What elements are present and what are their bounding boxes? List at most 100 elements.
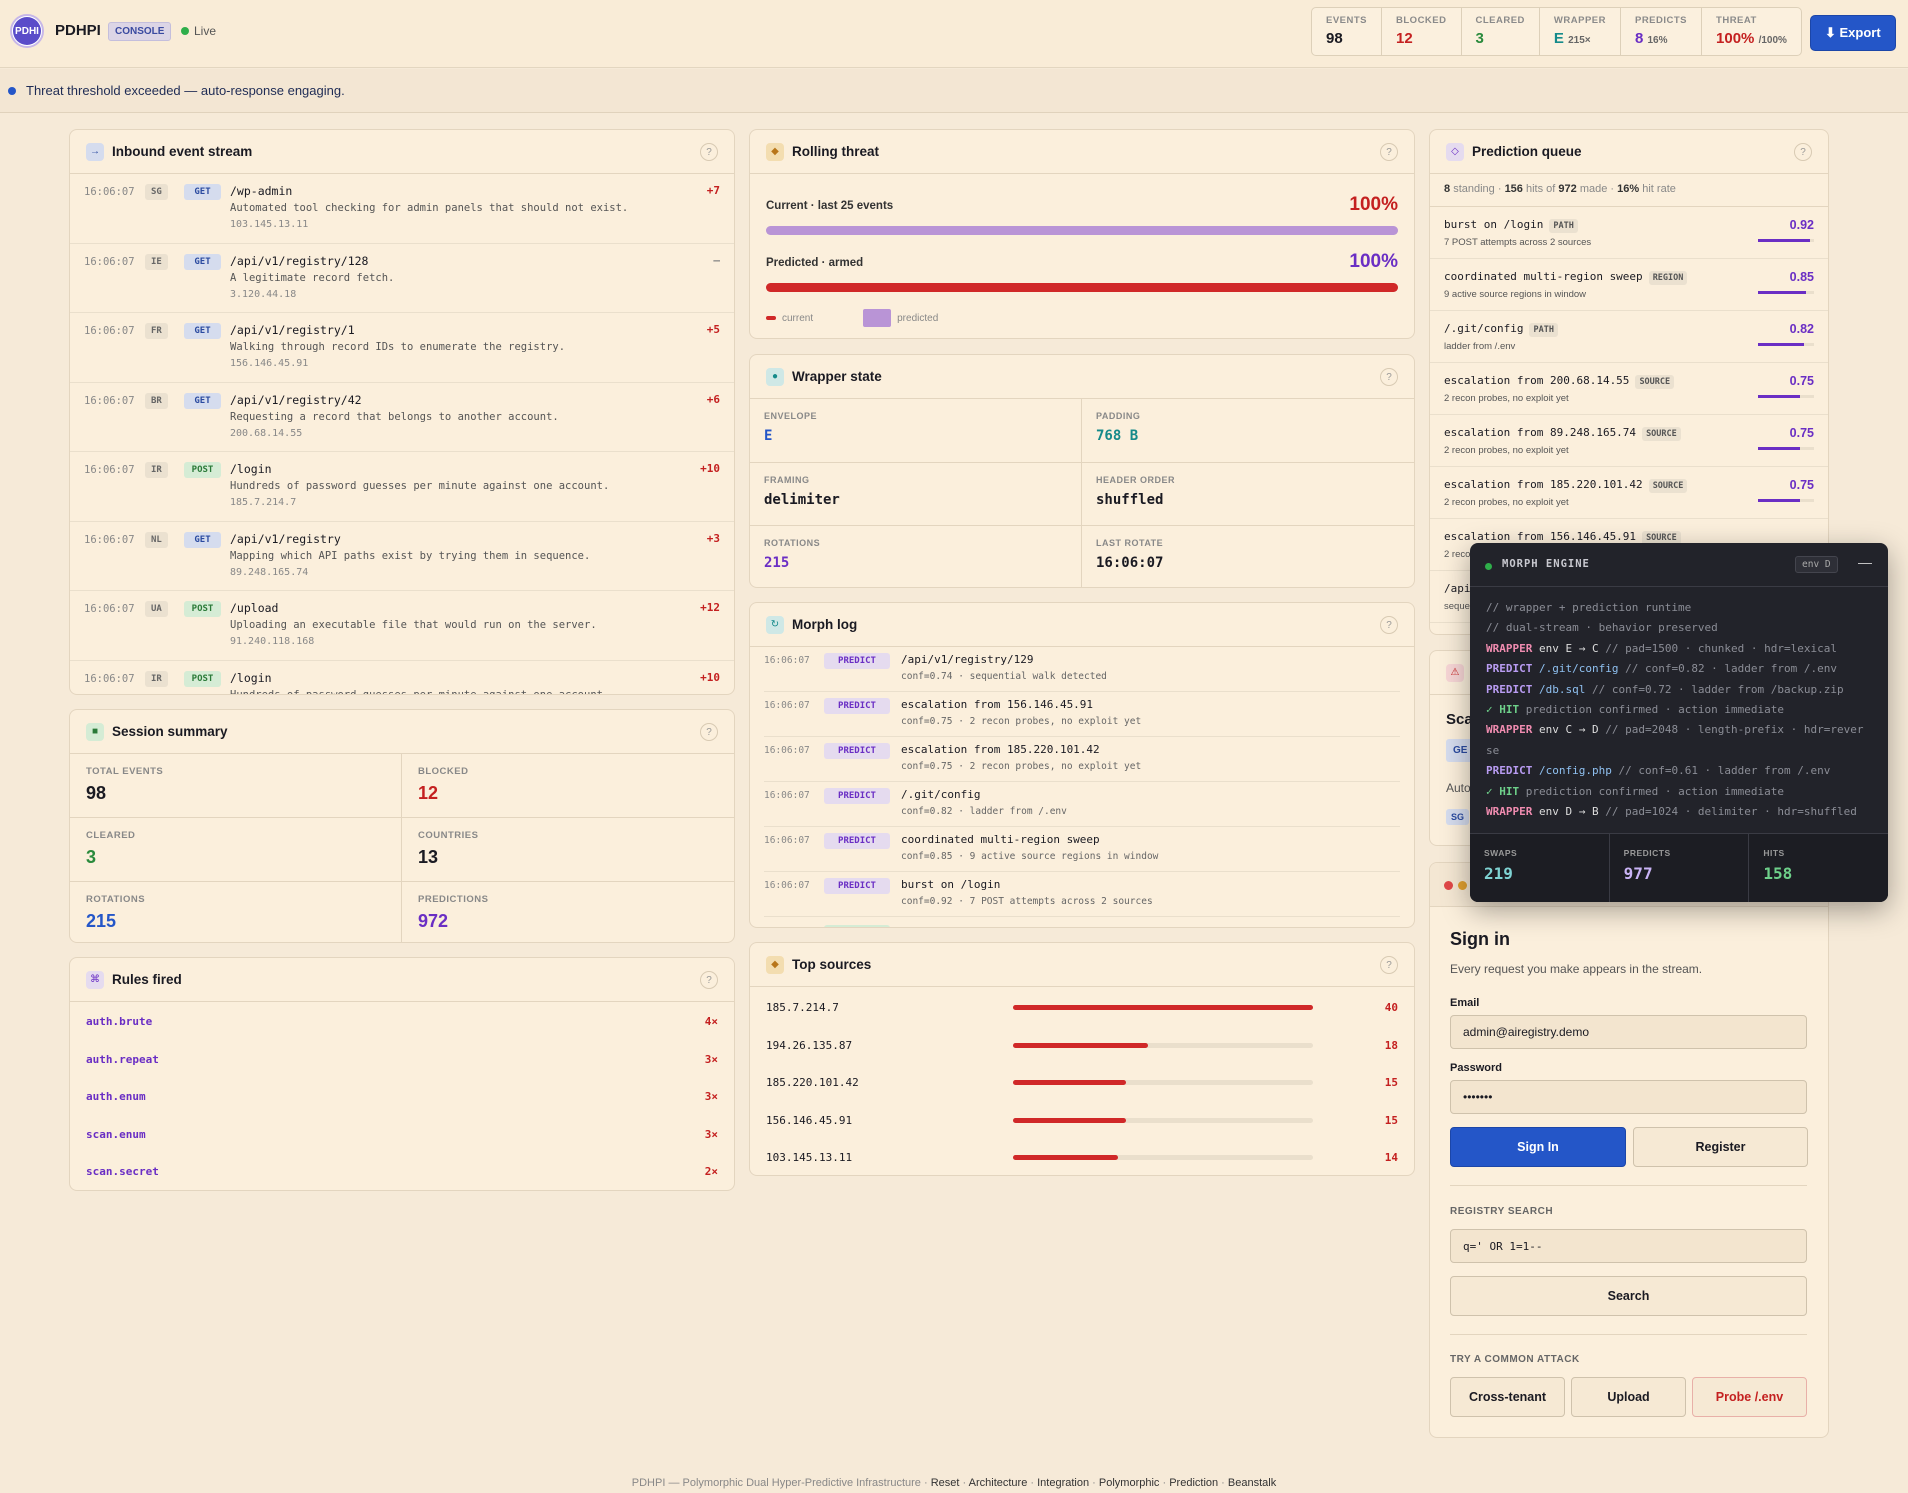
help-icon[interactable]: ?	[1794, 143, 1812, 161]
event-row[interactable]: 16:06:07 NL GET/api/v1/registry Mapping whi…	[70, 522, 734, 591]
queue-standing-text: standing ·	[1453, 183, 1502, 195]
morph-stat: SWAPS 219	[1470, 834, 1610, 902]
morph-stats: SWAPS 219 PREDICTS 977 HITS 158	[1470, 833, 1888, 902]
event-list[interactable]: 16:06:07 SG GET/wp-admin Automated tool che…	[70, 174, 734, 694]
footer-link-beanstalk[interactable]: Beanstalk	[1228, 1477, 1276, 1489]
queue-item-name: coordinated multi-region sweep	[1444, 270, 1643, 283]
event-row[interactable]: 16:06:07 SG GET/wp-admin Automated tool che…	[70, 174, 734, 244]
queue-item-confidence: 0.75	[1789, 374, 1814, 388]
code-line: WRAPPER env D → B // pad=1024 · delimite…	[1486, 802, 1872, 822]
event-path: /login	[230, 462, 272, 476]
cross-tenant-button[interactable]: Cross-tenant	[1450, 1377, 1565, 1417]
help-icon[interactable]: ?	[700, 143, 718, 161]
help-icon[interactable]: ?	[1380, 143, 1398, 161]
register-button[interactable]: Register	[1633, 1127, 1808, 1167]
event-row[interactable]: 16:06:07 IR POST/login Hundreds of password…	[70, 661, 734, 694]
session-stat: ROTATIONS 215	[70, 882, 402, 942]
stat-events: EVENTS 98	[1312, 8, 1383, 55]
code-target: /config.php	[1538, 764, 1612, 778]
footer-link-architecture[interactable]: Architecture	[969, 1477, 1028, 1489]
event-row[interactable]: 16:06:07 IE GET/api/v1/registry/128 A legit…	[70, 244, 734, 313]
event-ip: 91.240.118.168	[230, 636, 315, 647]
predict-badge: PREDICT	[824, 653, 890, 669]
export-button[interactable]: ⬇ Export	[1810, 15, 1896, 51]
legend-predicted-swatch	[863, 309, 892, 327]
close-dot-icon[interactable]	[1444, 881, 1453, 890]
stat-value: 12	[418, 783, 439, 803]
method-badge: POST	[184, 462, 221, 478]
queue-item-tag: PATH	[1529, 323, 1558, 337]
source-count: 15	[1384, 1076, 1398, 1089]
code-keyword: PREDICT	[1486, 682, 1533, 696]
morph-log-row[interactable]: 16:06:07 PREDICT escalation from 156.146.4…	[764, 692, 1400, 737]
sign-in-card: Sign in Every request you make appears i…	[1429, 862, 1829, 1438]
help-icon[interactable]: ?	[1380, 616, 1398, 634]
sign-in-button[interactable]: Sign In	[1450, 1127, 1626, 1167]
stat-predicts: PREDICTS 8 16%	[1621, 8, 1703, 55]
morph-log-row[interactable]: 16:06:07 PREDICT escalation from 185.220.1…	[764, 737, 1400, 782]
help-icon[interactable]: ?	[700, 723, 718, 741]
code-line: PREDICT /db.sql // conf=0.72 · ladder fr…	[1486, 680, 1872, 700]
morph-log-row[interactable]: 16:06:07 PREDICT burst on /login conf=0.92 …	[764, 872, 1400, 917]
predict-badge: PREDICT	[824, 788, 890, 804]
log-time: 16:06:07	[764, 835, 810, 846]
confidence-bar	[1758, 395, 1814, 398]
event-time: 16:06:07	[84, 325, 135, 337]
source-row: 103.145.13.11 14	[750, 1138, 1414, 1175]
queue-item-desc: seque	[1444, 601, 1470, 612]
morph-log-row[interactable]: 16:06:07 PREDICT/api/v1/registry/129 conf=…	[764, 647, 1400, 692]
morph-log-row[interactable]: 16:06:07 PREDICT coordinated multi-region …	[764, 827, 1400, 872]
search-button[interactable]: Search	[1450, 1276, 1807, 1316]
queue-item[interactable]: escalation from 185.220.101.42 SOURCE 2 re…	[1430, 467, 1828, 519]
footer-link-reset[interactable]: Reset	[931, 1477, 960, 1489]
upload-button[interactable]: Upload	[1571, 1377, 1686, 1417]
morph-log-row[interactable]	[764, 917, 1400, 927]
probe-env-button[interactable]: Probe /.env	[1692, 1377, 1807, 1417]
help-icon[interactable]: ?	[1380, 368, 1398, 386]
stat-label: THREAT	[1716, 15, 1757, 26]
country-badge: UA	[145, 601, 168, 617]
registry-search-input[interactable]: q=' OR 1=1--	[1450, 1229, 1807, 1263]
source-bar-fill	[1013, 1005, 1313, 1010]
session-grid: TOTAL EVENTS 98 BLOCKED 12 CLEARED 3 COUNTRIES…	[70, 754, 734, 942]
footer-link-polymorphic[interactable]: Polymorphic	[1099, 1477, 1160, 1489]
queue-item[interactable]: escalation from 89.248.165.74 SOURCE 2 rec…	[1430, 415, 1828, 467]
help-icon[interactable]: ?	[700, 971, 718, 989]
event-time: 16:06:07	[84, 186, 135, 198]
morph-log-row[interactable]: 16:06:07 PREDICT /.git/config conf=0.82 · l…	[764, 782, 1400, 827]
threat-legend: current predicted	[766, 309, 938, 327]
wrapper-field: ROTATIONS 215	[750, 526, 1082, 587]
minimize-dot-icon[interactable]	[1458, 881, 1467, 890]
morph-log-list[interactable]: 16:06:07 PREDICT/api/v1/registry/129 conf=…	[750, 647, 1414, 927]
stat-sub-value: 16%	[1647, 35, 1668, 46]
event-row[interactable]: 16:06:07 IR POST/login Hundreds of password…	[70, 452, 734, 522]
password-field[interactable]: •••••••	[1450, 1080, 1807, 1114]
footer-link-integration[interactable]: Integration	[1037, 1477, 1089, 1489]
rule-row: auth.repeat 3×	[70, 1041, 734, 1079]
sign-in-title: Sign in	[1450, 929, 1510, 949]
help-icon[interactable]: ?	[1380, 956, 1398, 974]
queue-item[interactable]: burst on /login PATH 7 POST attempts acros…	[1430, 207, 1828, 259]
code-keyword: WRAPPER	[1486, 723, 1533, 737]
code-line: PREDICT /config.php // conf=0.61 · ladde…	[1486, 761, 1872, 781]
event-description: Requesting a record that belongs to anot…	[230, 410, 559, 423]
event-score: +5	[706, 323, 720, 336]
minimize-button[interactable]: —	[1858, 554, 1872, 570]
predict-badge-partial	[824, 925, 890, 927]
event-row[interactable]: 16:06:07 FR GET/api/v1/registry/1 Walking t…	[70, 313, 734, 383]
card-header: ● Wrapper state ?	[750, 355, 1414, 399]
email-label: Email	[1450, 997, 1480, 1009]
queue-item[interactable]: /.git/config PATH ladder from /.env 0.82	[1430, 311, 1828, 363]
queue-item-tag: PATH	[1549, 219, 1578, 233]
footer-link-prediction[interactable]: Prediction	[1169, 1477, 1218, 1489]
log-target: coordinated multi-region sweep	[901, 833, 1100, 846]
morph-stat-value: 219	[1484, 864, 1513, 883]
event-row[interactable]: 16:06:07 BR GET/api/v1/registry/42 Requesti…	[70, 383, 734, 452]
queue-item[interactable]: coordinated multi-region sweep REGION 9 ac…	[1430, 259, 1828, 311]
queue-item[interactable]: escalation from 200.68.14.55 SOURCE 2 reco…	[1430, 363, 1828, 415]
morph-code: // wrapper + prediction runtime // dual-s…	[1470, 587, 1888, 822]
email-field[interactable]: admin@airegistry.demo	[1450, 1015, 1807, 1049]
event-row[interactable]: 16:06:07 UA POST/upload Uploading an execut…	[70, 591, 734, 661]
predicted-threat-bar	[766, 283, 1398, 292]
stat-value: 13	[418, 847, 439, 867]
